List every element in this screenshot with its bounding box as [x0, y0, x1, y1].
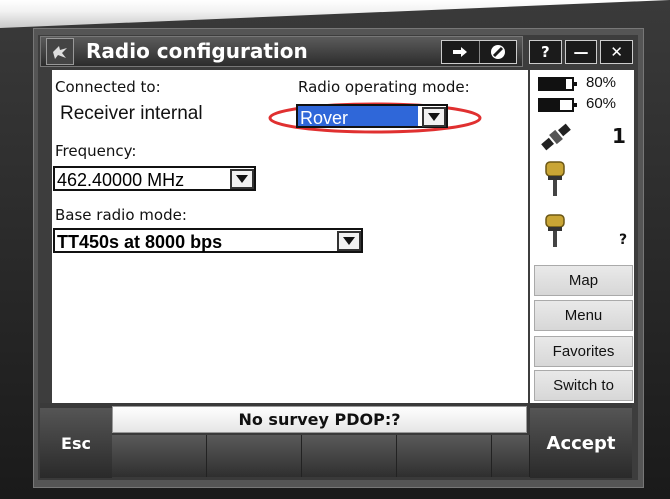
accept-button[interactable]: Accept [530, 408, 632, 478]
menu-button[interactable]: Menu [534, 300, 633, 331]
help-button[interactable]: ? [529, 40, 562, 64]
frequency-value: 462.40000 MHz [57, 170, 185, 190]
battery-1-icon [538, 76, 578, 95]
window-buttons: ? — ✕ [529, 40, 634, 64]
operating-mode-label: Radio operating mode: [298, 78, 470, 96]
softkey-3[interactable] [302, 435, 397, 477]
page-title: Radio configuration [86, 39, 308, 63]
chevron-down-icon[interactable] [337, 231, 361, 251]
minimize-button[interactable]: — [564, 40, 598, 64]
status-bar: No survey PDOP:? [112, 406, 527, 433]
close-button[interactable]: ✕ [600, 40, 634, 64]
battery-1-level: 80% [586, 74, 617, 91]
battery-2-level: 60% [586, 95, 617, 112]
app-logo-icon[interactable] [46, 38, 74, 65]
forward-arrow-icon[interactable] [442, 41, 479, 63]
switch-to-button[interactable]: Switch to [534, 370, 633, 401]
softkey-4[interactable] [397, 435, 492, 477]
frequency-label: Frequency: [55, 142, 137, 160]
map-button[interactable]: Map [534, 265, 633, 296]
esc-button[interactable]: Esc [40, 408, 112, 478]
no-entry-icon[interactable] [478, 41, 517, 63]
base-radio-mode-select[interactable]: TT450s at 8000 bps [53, 228, 363, 253]
receiver-status: ? [619, 232, 628, 248]
softkey-5[interactable] [492, 435, 530, 477]
operating-mode-value: Rover [300, 108, 349, 128]
status-icons [441, 40, 517, 64]
chevron-down-icon[interactable] [422, 107, 446, 127]
operating-mode-select[interactable]: Rover [296, 104, 448, 128]
frequency-select[interactable]: 462.40000 MHz [53, 166, 256, 191]
satellite-icon[interactable] [536, 118, 576, 160]
softkey-2[interactable] [207, 435, 302, 477]
connected-to-value: Receiver internal [60, 103, 203, 124]
base-radio-mode-label: Base radio mode: [55, 206, 187, 224]
chevron-down-icon[interactable] [230, 169, 254, 189]
softkey-1[interactable] [112, 435, 207, 477]
connected-to-label: Connected to: [55, 78, 161, 96]
battery-2-icon [538, 97, 578, 116]
favorites-button[interactable]: Favorites [534, 336, 633, 367]
base-radio-mode-value: TT450s at 8000 bps [57, 232, 223, 252]
base-receiver-icon[interactable] [544, 213, 566, 255]
receiver-icon[interactable] [544, 160, 566, 202]
satellite-count: 1 [612, 124, 626, 148]
